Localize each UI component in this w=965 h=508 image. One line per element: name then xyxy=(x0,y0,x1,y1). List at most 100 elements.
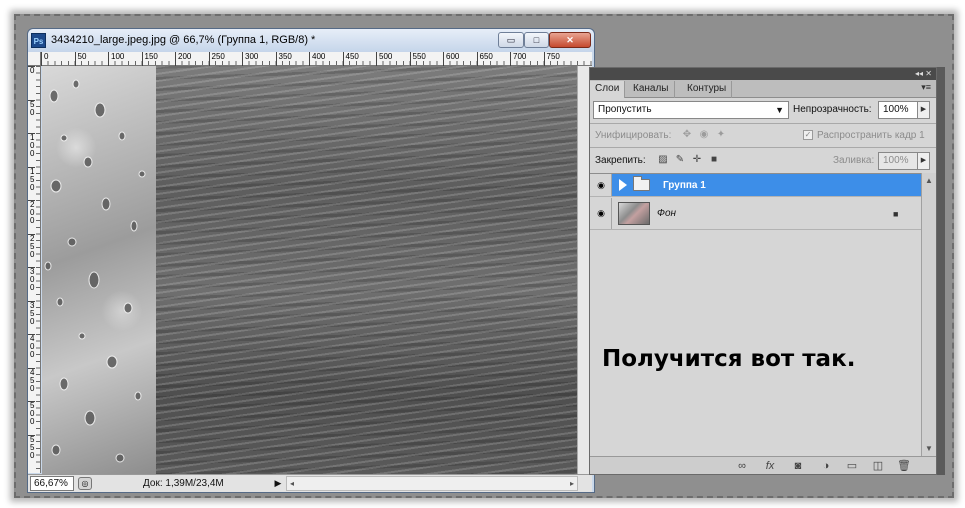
scroll-left-icon[interactable]: ◂ xyxy=(290,477,294,490)
status-options-arrow-icon[interactable]: ▶ xyxy=(272,476,284,491)
eye-icon[interactable]: ◉ xyxy=(595,181,607,190)
layer-name: Группа 1 xyxy=(663,180,706,191)
ruler-h-tick: 300 xyxy=(242,52,258,66)
new-group-icon[interactable]: ▭ xyxy=(844,459,860,473)
ruler-v-tick: 100 xyxy=(28,133,35,158)
status-menu-icon[interactable]: ◎ xyxy=(78,477,92,490)
fill-slider-button[interactable]: ▶ xyxy=(917,152,930,170)
caption-text: Получится вот так. xyxy=(602,346,856,372)
ruler-v-tick: 500 xyxy=(28,401,35,426)
layer-row-group-1[interactable]: ◉ Группа 1 xyxy=(590,174,921,197)
panel-divider xyxy=(590,123,936,124)
droplets-texture xyxy=(44,79,146,463)
layer-thumbnail xyxy=(618,202,650,225)
ruler-h-tick: 200 xyxy=(175,52,191,66)
ruler-v-tick: 200 xyxy=(28,200,35,225)
document-statusbar: 66,67% ◎ Док: 1,39M/23,4M ▶ ◂ ▸ xyxy=(28,474,592,492)
propagate-frame-checkbox[interactable]: ✓ xyxy=(803,130,813,140)
minimize-button[interactable]: ▭ xyxy=(498,32,524,48)
propagate-frame-label: Распространить кадр 1 xyxy=(817,130,925,141)
tab-layers[interactable]: Слои xyxy=(590,81,626,98)
opacity-field[interactable]: 100% xyxy=(878,101,918,119)
horizontal-scrollbar[interactable]: ◂ ▸ xyxy=(286,476,578,491)
vertical-ruler[interactable]: 0 50 100 150 200 250 300 350 400 450 500 550 xyxy=(28,66,41,473)
panel-dock-controls[interactable]: ◂◂ ✕ xyxy=(590,68,936,80)
unify-visibility-icon[interactable]: ◉ xyxy=(698,129,710,141)
unify-style-icon[interactable]: ✦ xyxy=(715,129,727,141)
opacity-slider-button[interactable]: ▶ xyxy=(917,101,930,119)
ruler-v-tick: 0 xyxy=(28,66,35,75)
layers-scrollbar[interactable]: ▲ ▼ xyxy=(921,173,936,456)
document-title: 3434210_large.jpeg.jpg @ 66,7% (Группа 1… xyxy=(51,34,316,46)
lock-pixels-brush-icon[interactable]: ✎ xyxy=(674,154,686,166)
close-button[interactable]: ✕ xyxy=(549,32,591,48)
water-droplets-image xyxy=(42,66,156,474)
unify-position-icon[interactable]: ✥ xyxy=(681,129,693,141)
tab-channels[interactable]: Каналы xyxy=(628,81,675,98)
ruler-v-tick: 350 xyxy=(28,300,35,326)
scroll-right-icon[interactable]: ▸ xyxy=(570,477,574,490)
add-mask-icon[interactable]: ◙ xyxy=(790,459,806,473)
document-size-info: Док: 1,39M/23,4M xyxy=(143,478,224,489)
zoom-level-field[interactable]: 66,67% xyxy=(30,476,74,491)
ruler-h-tick: 600 xyxy=(443,52,459,66)
ruler-v-tick: 550 xyxy=(28,434,35,460)
ruler-h-tick: 700 xyxy=(510,52,526,66)
scroll-up-icon[interactable]: ▲ xyxy=(925,176,933,185)
panel-menu-icon[interactable]: ▾≡ xyxy=(921,82,931,93)
image-canvas[interactable] xyxy=(42,66,577,474)
opacity-label: Непрозрачность: xyxy=(793,104,872,115)
ruler-h-tick: 350 xyxy=(275,52,292,66)
ruler-h-tick: 400 xyxy=(309,52,325,66)
lock-all-icon[interactable]: ■ xyxy=(708,154,720,166)
layer-row-background[interactable]: ◉ Фон ■ xyxy=(590,198,921,230)
layers-panel-footer: ∞ fx ◙ ◑ ▭ ◫ 🗑 xyxy=(590,456,936,474)
lock-icon: ■ xyxy=(893,209,899,219)
link-layers-icon[interactable]: ∞ xyxy=(734,459,750,473)
lock-position-icon[interactable]: ✛ xyxy=(691,154,703,166)
ruler-h-tick: 100 xyxy=(108,52,124,66)
photoshop-app-icon: Ps xyxy=(31,33,46,48)
ruler-v-tick: 250 xyxy=(28,233,35,259)
layers-panel: ◂◂ ✕ Слои Каналы Контуры ▾≡ Пропустить ▼… xyxy=(589,67,937,475)
layers-list: ◉ Группа 1 ◉ Фон ■ Получится вот так. xyxy=(590,173,921,456)
blend-mode-select[interactable]: Пропустить ▼ xyxy=(593,101,789,119)
document-titlebar[interactable]: Ps 3434210_large.jpeg.jpg @ 66,7% (Групп… xyxy=(28,29,594,52)
ruler-h-tick: 500 xyxy=(376,52,392,66)
water-texture-image xyxy=(156,66,577,474)
lock-transparency-icon[interactable]: ▨ xyxy=(657,154,669,166)
expand-group-triangle-icon[interactable] xyxy=(619,179,627,191)
lock-label: Закрепить: xyxy=(595,155,646,166)
blend-mode-value: Пропустить xyxy=(598,104,652,115)
ruler-v-tick: 400 xyxy=(28,334,35,359)
ruler-h-tick: 550 xyxy=(409,52,426,66)
unify-label: Унифицировать: xyxy=(595,130,672,141)
new-layer-icon[interactable]: ◫ xyxy=(870,459,886,473)
ruler-v-tick: 450 xyxy=(28,367,35,393)
fx-icon[interactable]: fx xyxy=(762,459,778,473)
panel-tabs: Слои Каналы Контуры ▾≡ xyxy=(590,80,936,98)
delete-layer-icon[interactable]: 🗑 xyxy=(896,459,912,473)
maximize-button[interactable]: □ xyxy=(524,32,549,48)
panel-divider xyxy=(590,147,936,148)
ruler-origin[interactable] xyxy=(28,52,41,66)
visibility-cell[interactable]: ◉ xyxy=(590,198,612,229)
ruler-h-tick: 450 xyxy=(342,52,359,66)
folder-icon xyxy=(633,176,650,191)
ruler-h-tick: 750 xyxy=(543,52,560,66)
eye-icon[interactable]: ◉ xyxy=(595,209,607,218)
ruler-v-tick: 300 xyxy=(28,267,35,292)
ruler-h-tick: 0 xyxy=(41,52,48,66)
ruler-h-tick: 50 xyxy=(74,52,86,66)
visibility-cell[interactable]: ◉ xyxy=(590,174,612,196)
scroll-down-icon[interactable]: ▼ xyxy=(925,444,933,453)
fill-field[interactable]: 100% xyxy=(878,152,918,170)
panel-dock-strip xyxy=(937,67,945,475)
ruler-h-tick: 150 xyxy=(141,52,158,66)
adjustment-layer-icon[interactable]: ◑ xyxy=(818,459,834,473)
tab-paths[interactable]: Контуры xyxy=(682,81,733,98)
ruler-h-tick: 250 xyxy=(208,52,225,66)
horizontal-ruler[interactable]: 0 50 100 150 200 250 300 350 400 450 500 550 600 650 7… xyxy=(41,52,592,66)
fill-label: Заливка: xyxy=(833,155,875,166)
ruler-v-tick: 50 xyxy=(28,99,35,117)
